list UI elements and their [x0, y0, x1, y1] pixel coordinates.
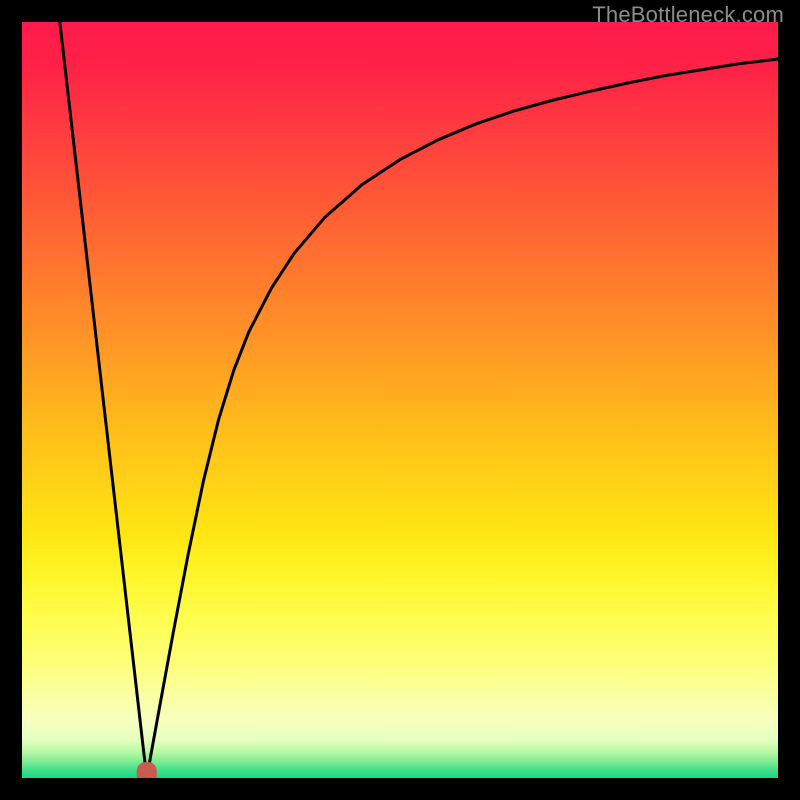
bottleneck-chart [22, 22, 778, 778]
watermark-text: TheBottleneck.com [592, 2, 784, 28]
chart-frame: TheBottleneck.com [0, 0, 800, 800]
optimal-marker-shape [137, 762, 157, 778]
optimal-marker [137, 762, 157, 778]
gradient-background [22, 22, 778, 778]
